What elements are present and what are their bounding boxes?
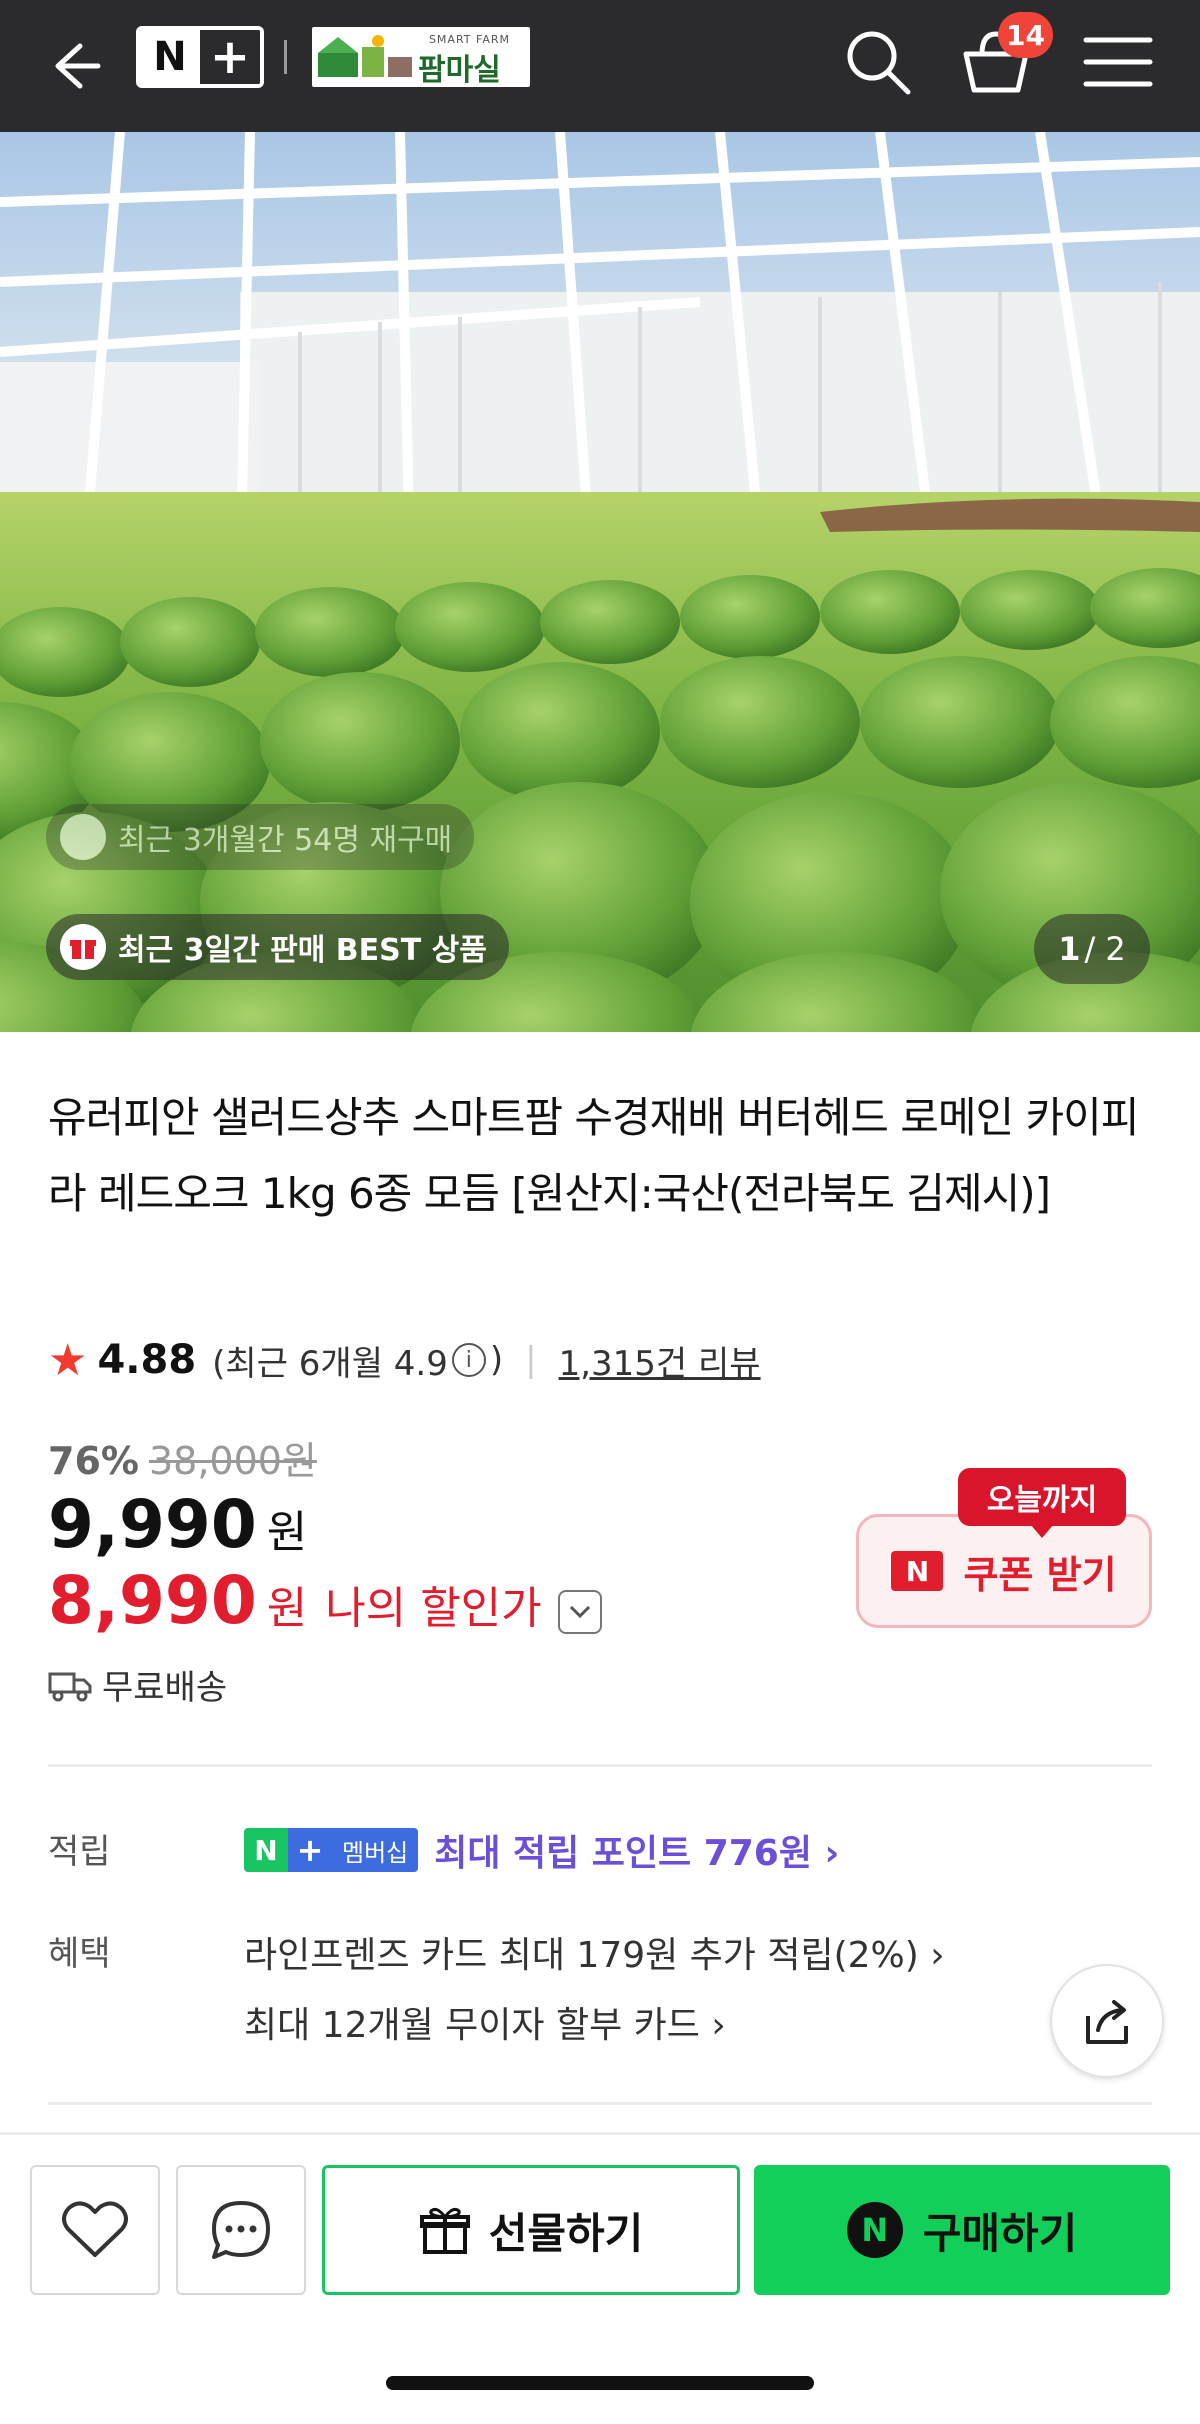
shipping-info: 무료배송 [48,1660,227,1709]
best-seller-chip: 최근 3일간 판매 BEST 상품 [46,914,509,980]
sale-price-value: 9,990 [48,1486,257,1563]
buy-button[interactable]: N 구매하기 [754,2165,1170,2295]
pager-total: / 2 [1084,930,1126,968]
pager-current: 1 [1058,930,1081,968]
discount-rate: 76% [48,1439,139,1483]
coupon-label: 쿠폰 받기 [963,1552,1117,1597]
membership-badge-text: 멤버십 [332,1828,419,1872]
share-icon [1086,2000,1128,2044]
star-icon: ★ [48,1334,88,1386]
review-count-link[interactable]: 1,315건 리뷰 [559,1336,761,1385]
rating-score: 4.88 [97,1337,197,1383]
repurchase-chip-text: 최근 3개월간 54명 재구매 [118,823,453,858]
share-button[interactable] [1050,1964,1164,2078]
menu-icon[interactable] [1080,30,1156,94]
repurchase-icon: ♻ [60,814,106,860]
image-pager: 1 / 2 [1034,914,1150,984]
rating-divider: | [525,1340,537,1380]
top-navigation-bar: N + SMART FARM 팜마실 14 [0,0,1200,132]
greenhouse-lettuce-photo [0,132,1200,1032]
chat-icon [212,2201,270,2259]
gift-box-icon [60,924,106,970]
recent-rating-suffix: ) [489,1340,504,1380]
membership-badge-n: N [244,1828,288,1872]
membership-points-link[interactable]: N + 멤버십 최대 적립 포인트 776원 › [244,1824,839,1876]
store-logo-name: 팜마실 [418,53,501,88]
recent-rating-prefix: (최근 6개월 4.9 [212,1343,448,1384]
shipping-text: 무료배송 [102,1668,228,1708]
cart-count-badge: 14 [998,12,1053,58]
best-seller-chip-text: 최근 3일간 판매 BEST 상품 [118,933,487,968]
membership-badge: N + 멤버십 [244,1828,419,1872]
my-price-unit: 원 [266,1583,308,1634]
chat-button[interactable] [176,2165,306,2295]
truck-icon [48,1672,92,1701]
product-image-carousel[interactable]: ♻ 최근 3개월간 54명 재구매 최근 3일간 판매 BEST 상품 1 / … [0,132,1200,1032]
heart-icon [62,2201,128,2257]
coupon-button[interactable]: N 쿠폰 받기 [856,1514,1152,1628]
installment-benefit[interactable]: 최대 12개월 무이자 할부 카드 › [244,1996,726,2048]
naver-plus-logo[interactable]: N + [136,26,264,88]
back-arrow-icon[interactable] [40,34,104,98]
wishlist-button[interactable] [30,2165,160,2295]
product-title: 유러피안 샐러드상추 스마트팜 수경재배 버터헤드 로메인 카이피라 레드오크 … [48,1093,1139,1218]
naver-pay-logo: N [846,2202,903,2258]
card-points-benefit[interactable]: 라인프렌즈 카드 최대 179원 추가 적립(2%) › [244,1926,945,1978]
header-separator [284,40,287,74]
logo-n: N [140,30,200,84]
info-icon[interactable]: i [451,1343,486,1377]
store-logo[interactable]: SMART FARM 팜마실 [312,27,530,88]
repurchase-chip: ♻ 최근 3개월간 54명 재구매 [46,804,475,870]
home-indicator [386,2376,814,2390]
gift-button[interactable]: 선물하기 [322,2165,740,2295]
gift-button-label: 선물하기 [488,2208,644,2258]
sale-price-unit: 원 [266,1507,308,1558]
discount-row: 76% 38,000원 [48,1430,317,1485]
section-divider [48,1764,1152,1767]
gift-icon [419,2208,470,2254]
sale-price: 9,990 원 [48,1486,307,1563]
membership-badge-plus: + [288,1828,332,1872]
my-discount-price[interactable]: 8,990 원 나의 할인가 [48,1562,602,1639]
buy-button-label: 구매하기 [922,2208,1078,2258]
section-divider-bottom [48,2102,1152,2105]
my-price-label: 나의 할인가 [325,1583,542,1634]
my-price-value: 8,990 [48,1562,257,1639]
max-points-text: 최대 적립 포인트 776원 › [434,1833,840,1874]
chevron-down-icon[interactable] [557,1590,602,1634]
rating-row: ★ 4.88 (최근 6개월 4.9 i ) | 1,315건 리뷰 [48,1332,761,1388]
benefits-label: 혜택 [48,1934,111,1974]
points-label: 적립 [48,1832,111,1872]
farm-logo-icon [318,35,412,77]
original-price: 38,000원 [148,1439,317,1483]
coupon-deadline-badge: 오늘까지 [958,1468,1126,1538]
search-icon[interactable] [840,24,916,100]
logo-plus: + [200,30,260,84]
coupon-n-logo: N [891,1551,944,1591]
